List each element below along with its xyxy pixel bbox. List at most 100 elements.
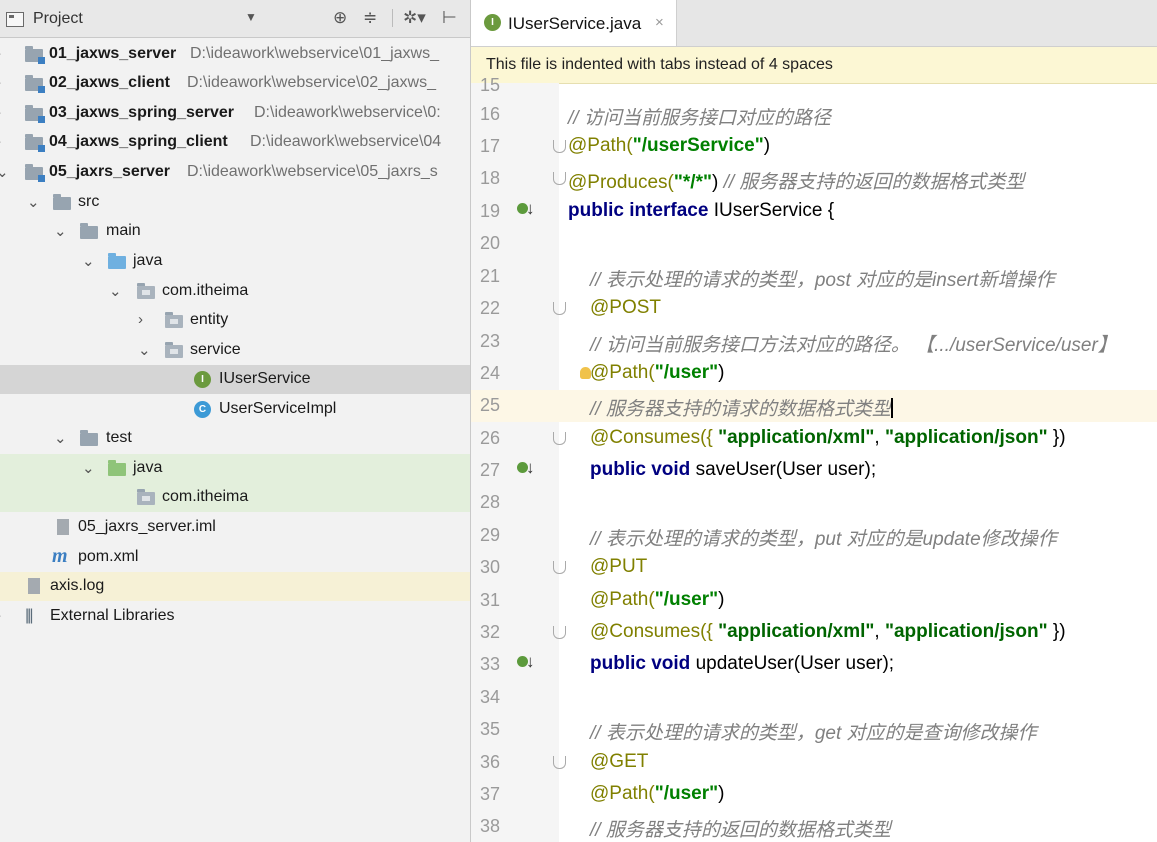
arrow-down-icon: ↓ xyxy=(526,652,535,671)
tree-item-service[interactable]: ⌄ service xyxy=(0,336,470,365)
tree-item-03-jaxws-spring-server[interactable]: › 03_jaxws_spring_server D:\ideawork\web… xyxy=(0,99,470,128)
tree-item-04-jaxws-spring-client[interactable]: › 04_jaxws_spring_client D:\ideawork\web… xyxy=(0,128,470,157)
fold-marker-icon[interactable] xyxy=(553,172,566,185)
fold-marker-icon[interactable] xyxy=(553,432,566,445)
interface-icon: I xyxy=(484,14,501,31)
tree-item-test-package[interactable]: com.itheima xyxy=(0,483,470,512)
method-line: public void updateUser(User user); xyxy=(590,653,895,674)
code-line-15[interactable]: 15 xyxy=(471,70,1157,102)
code-line-19[interactable]: 19 ↓ public interface IUserService { xyxy=(471,196,1157,228)
log-file-icon xyxy=(28,578,40,594)
tree-item-pom[interactable]: m pom.xml xyxy=(0,543,470,572)
tree-item-label: entity xyxy=(190,311,229,328)
code-line-32[interactable]: 32 @Consumes({ "application/xml", "appli… xyxy=(471,617,1157,649)
line-number: 17 xyxy=(480,136,501,156)
annotation-line: @PUT xyxy=(590,556,648,577)
annotation-line: @Path("/user") xyxy=(590,362,725,383)
chevron-down-icon[interactable]: ⌄ xyxy=(54,429,67,447)
code-line-23[interactable]: 23 // 访问当前服务接口方法对应的路径。 【.../userService/… xyxy=(471,326,1157,358)
code-line-31[interactable]: 31 @Path("/user") xyxy=(471,585,1157,617)
code-line-26[interactable]: 26 @Consumes({ "application/xml", "appli… xyxy=(471,423,1157,455)
chevron-right-icon[interactable]: › xyxy=(0,133,1,150)
line-number: 30 xyxy=(480,557,501,577)
code-line-20[interactable]: 20 xyxy=(471,228,1157,260)
chevron-down-icon[interactable]: ⌄ xyxy=(54,222,67,240)
code-line-30[interactable]: 30 @PUT xyxy=(471,552,1157,584)
code-line-29[interactable]: 29 // 表示处理的请求的类型，put 对应的是update修改操作 xyxy=(471,520,1157,552)
line-number: 19 xyxy=(480,201,501,221)
chevron-down-icon[interactable]: ⌄ xyxy=(82,252,95,270)
code-line-27[interactable]: 27 ↓ public void saveUser(User user); xyxy=(471,455,1157,487)
tree-item-05-jaxrs-server[interactable]: ⌄ 05_jaxrs_server D:\ideawork\webservice… xyxy=(0,158,470,187)
tree-item-label: pom.xml xyxy=(78,548,139,565)
tree-item-label: 03_jaxws_spring_server xyxy=(49,104,235,121)
scroll-from-source-icon[interactable]: ⊕ xyxy=(333,8,347,28)
fold-marker-icon[interactable] xyxy=(553,561,566,574)
code-line-35[interactable]: 35 // 表示处理的请求的类型，get 对应的是查询修改操作 xyxy=(471,714,1157,746)
line-number: 18 xyxy=(480,168,501,188)
code-line-33[interactable]: 33 ↓ public void updateUser(User user); xyxy=(471,649,1157,681)
tree-item-test-java[interactable]: ⌄ java xyxy=(0,454,470,483)
code-line-16[interactable]: 16 // 访问当前服务接口对应的路径 xyxy=(471,99,1157,131)
line-number: 15 xyxy=(480,75,501,95)
line-number: 37 xyxy=(480,784,501,804)
chevron-right-icon[interactable]: › xyxy=(0,45,1,62)
chevron-down-icon[interactable]: ⌄ xyxy=(138,341,151,359)
chevron-right-icon[interactable]: › xyxy=(0,74,1,91)
code-line-37[interactable]: 37 @Path("/user") xyxy=(471,779,1157,811)
code-line-28[interactable]: 28 xyxy=(471,487,1157,519)
chevron-down-icon[interactable]: ▼ xyxy=(245,10,257,24)
tree-item-02-jaxws-client[interactable]: › 02_jaxws_client D:\ideawork\webservice… xyxy=(0,69,470,98)
code-line-36[interactable]: 36 @GET xyxy=(471,747,1157,779)
chevron-down-icon[interactable]: ⌄ xyxy=(82,459,95,477)
tree-item-userserviceimpl[interactable]: C UserServiceImpl xyxy=(0,395,470,424)
code-line-38[interactable]: 38 // 服务器支持的返回的数据格式类型 xyxy=(471,811,1157,842)
tab-iuserservice[interactable]: I IUserService.java × xyxy=(471,0,677,46)
tree-item-main[interactable]: ⌄ main xyxy=(0,217,470,246)
chevron-down-icon[interactable]: ⌄ xyxy=(27,193,40,211)
tree-item-entity[interactable]: › entity xyxy=(0,306,470,335)
project-icon xyxy=(6,12,24,27)
tree-item-main-package[interactable]: ⌄ com.itheima xyxy=(0,277,470,306)
comment: // 访问当前服务接口对应的路径 xyxy=(568,108,831,129)
text-caret xyxy=(890,398,893,418)
chevron-right-icon[interactable]: › xyxy=(138,311,143,328)
collapse-all-icon[interactable]: ≑ xyxy=(363,8,377,28)
fold-marker-icon[interactable] xyxy=(553,140,566,153)
tree-item-iml[interactable]: 05_jaxrs_server.iml xyxy=(0,513,470,542)
code-line-21[interactable]: 21 // 表示处理的请求的类型，post 对应的是insert新增操作 xyxy=(471,261,1157,293)
tree-item-axis-log[interactable]: axis.log xyxy=(0,572,470,601)
tree-item-path: D:\ideawork\webservice\0: xyxy=(254,104,441,121)
chevron-down-icon[interactable]: ⌄ xyxy=(109,282,122,300)
chevron-down-icon[interactable]: ⌄ xyxy=(0,163,9,181)
code-line-34[interactable]: 34 xyxy=(471,682,1157,714)
fold-marker-icon[interactable] xyxy=(553,756,566,769)
project-panel-title[interactable]: Project xyxy=(33,10,83,28)
line-number: 23 xyxy=(480,331,501,351)
tree-item-src[interactable]: ⌄ src xyxy=(0,188,470,217)
tree-item-label: 05_jaxrs_server.iml xyxy=(78,518,216,535)
code-line-24[interactable]: 24 @Path("/user") xyxy=(471,358,1157,390)
fold-marker-icon[interactable] xyxy=(553,302,566,315)
chevron-right-icon[interactable]: › xyxy=(0,607,1,624)
tree-item-main-java[interactable]: ⌄ java xyxy=(0,247,470,276)
fold-marker-icon[interactable] xyxy=(553,626,566,639)
tree-item-label: 04_jaxws_spring_client xyxy=(49,133,228,150)
line-number: 33 xyxy=(480,654,501,674)
line-number: 32 xyxy=(480,622,501,642)
tree-item-01-jaxws-server[interactable]: › 01_jaxws_server D:\ideawork\webservice… xyxy=(0,40,470,69)
code-line-18[interactable]: 18 @Produces("*/*") // 服务器支持的返回的数据格式类型 xyxy=(471,163,1157,195)
tree-item-external-libraries[interactable]: › ||| External Libraries xyxy=(0,602,470,631)
tree-item-iuserservice[interactable]: I IUserService xyxy=(0,365,470,394)
package-icon xyxy=(137,283,155,299)
gear-icon[interactable]: ✲▾ xyxy=(403,8,426,28)
code-line-22[interactable]: 22 @POST xyxy=(471,293,1157,325)
chevron-right-icon[interactable]: › xyxy=(0,104,1,121)
close-icon[interactable]: × xyxy=(655,14,664,31)
code-line-25[interactable]: 25 // 服务器支持的请求的数据格式类型 xyxy=(471,390,1157,422)
code-line-17[interactable]: 17 @Path("/userService") xyxy=(471,131,1157,163)
tree-item-test[interactable]: ⌄ test xyxy=(0,424,470,453)
interface-icon: I xyxy=(194,371,211,388)
hide-panel-icon[interactable]: ⊢ xyxy=(442,8,457,28)
annotation-line: @Path("/user") xyxy=(590,783,725,804)
